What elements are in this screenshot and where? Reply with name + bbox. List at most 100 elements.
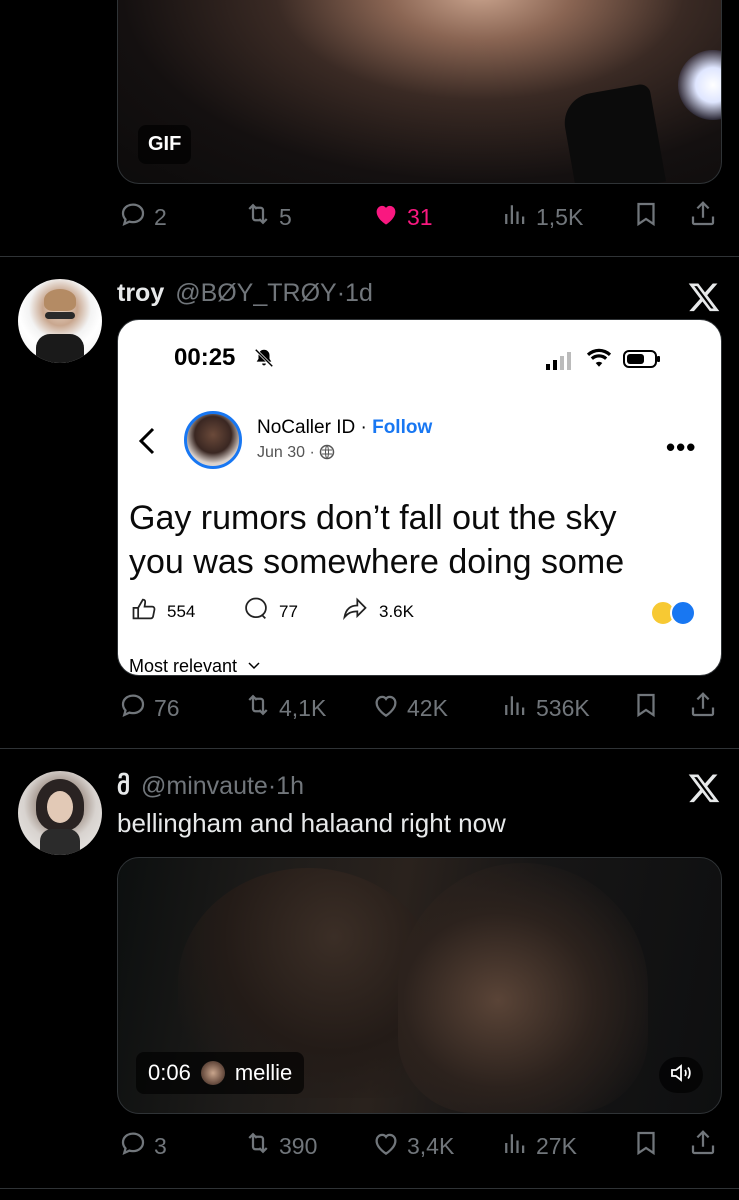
views-button[interactable]: 27K — [500, 1128, 577, 1164]
avatar-face — [47, 791, 73, 823]
thumbs-up-icon — [129, 595, 159, 628]
bookmark-button[interactable] — [631, 690, 661, 726]
gif-light-glow — [678, 50, 721, 120]
retweet-count: 4,1K — [279, 694, 327, 721]
bookmark-icon — [631, 690, 661, 726]
tweet-header: troy @BØY_TRØY·1d — [117, 279, 373, 308]
follow-link[interactable]: Follow — [372, 417, 432, 438]
gif-badge: GIF — [138, 125, 192, 164]
share-icon — [688, 690, 718, 726]
video-user-avatar — [200, 1061, 225, 1085]
timestamp[interactable]: 1h — [276, 772, 304, 800]
fb-like-stat[interactable]: 554 — [129, 595, 195, 628]
globe-icon — [319, 444, 335, 465]
like-button[interactable]: 3,4K — [371, 1128, 454, 1164]
video-media[interactable]: 0:06 mellie — [117, 857, 722, 1114]
retweet-count: 5 — [279, 203, 292, 230]
battery-icon — [623, 349, 661, 374]
share-button[interactable] — [688, 690, 718, 726]
video-user-name: mellie — [234, 1060, 293, 1085]
back-chevron-icon[interactable] — [136, 426, 158, 461]
tweet-text: bellingham and halaand right now — [117, 808, 506, 838]
like-count: 42K — [407, 694, 448, 721]
more-options-icon[interactable]: ••• — [666, 432, 696, 463]
user-handle[interactable]: @BØY_TRØY — [175, 279, 337, 307]
avatar-body — [40, 829, 80, 855]
reply-icon — [118, 199, 148, 235]
signal-icon — [546, 350, 574, 375]
views-button[interactable]: 536K — [500, 690, 590, 726]
share-button[interactable] — [688, 199, 718, 235]
phone-status-time: 00:25 — [174, 344, 236, 371]
display-name[interactable]: მ — [117, 772, 130, 800]
x-logo-icon[interactable] — [687, 771, 721, 805]
user-handle[interactable]: @minvaute — [141, 772, 268, 800]
bell-slash-icon — [253, 347, 275, 374]
tweet3-actions: 3 390 3,4K 27K — [118, 1124, 723, 1164]
chevron-down-icon — [248, 654, 260, 675]
avatar[interactable] — [18, 279, 102, 363]
volume-button[interactable] — [659, 1057, 703, 1093]
video-time: 0:06 — [148, 1060, 191, 1085]
video-figure-right — [398, 863, 648, 1113]
bookmark-button[interactable] — [631, 1128, 661, 1164]
reply-button[interactable]: 3 — [118, 1128, 167, 1164]
fb-comment-count: 77 — [279, 601, 298, 621]
comment-bubble-icon — [241, 595, 271, 628]
gif-dress-strap — [560, 82, 666, 183]
timestamp[interactable]: 1d — [345, 279, 373, 307]
poster-avatar[interactable] — [184, 411, 242, 469]
share-button[interactable] — [688, 1128, 718, 1164]
divider — [0, 748, 739, 749]
views-icon — [500, 199, 530, 235]
retweet-button[interactable]: 5 — [243, 199, 292, 235]
bookmark-button[interactable] — [631, 199, 661, 235]
fb-like-count: 554 — [167, 601, 196, 621]
reply-count: 2 — [154, 203, 167, 230]
reply-button[interactable]: 2 — [118, 199, 167, 235]
reply-count: 76 — [154, 694, 180, 721]
heart-icon — [371, 690, 401, 726]
dot: · — [360, 417, 373, 438]
gif-media[interactable]: GIF — [117, 0, 722, 184]
sort-dropdown[interactable]: Most relevant — [129, 654, 260, 676]
share-icon — [688, 199, 718, 235]
divider — [0, 256, 739, 257]
like-button[interactable]: 31 — [371, 199, 433, 235]
video-timestamp-badge: 0:06 mellie — [136, 1052, 305, 1094]
post-text-line-2: you was somewhere doing some — [129, 543, 625, 581]
post-text: Gay rumors don’t fall out the sky you wa… — [129, 496, 624, 584]
embedded-screenshot[interactable]: 00:25 NoCaller ID · Follow Jun 30 · ••• … — [117, 319, 722, 676]
speaker-icon — [669, 1062, 693, 1089]
views-button[interactable]: 1,5K — [500, 199, 583, 235]
retweet-button[interactable]: 4,1K — [243, 690, 326, 726]
separator-dot: · — [267, 772, 277, 800]
divider — [0, 1188, 739, 1189]
fb-comment-stat[interactable]: 77 — [241, 595, 298, 628]
like-count: 3,4K — [407, 1132, 455, 1159]
reply-button[interactable]: 76 — [118, 690, 180, 726]
views-icon — [500, 1128, 530, 1164]
fb-share-stat[interactable]: 3.6K — [339, 595, 414, 628]
retweet-count: 390 — [279, 1132, 318, 1159]
like-button[interactable]: 42K — [371, 690, 448, 726]
wifi-icon — [585, 347, 613, 374]
views-count: 1,5K — [536, 203, 584, 230]
retweet-button[interactable]: 390 — [243, 1128, 317, 1164]
x-logo-icon[interactable] — [687, 280, 721, 314]
tweet1-actions: 2 5 31 1,5K — [118, 195, 723, 235]
display-name[interactable]: troy — [117, 279, 164, 307]
fb-share-count: 3.6K — [379, 601, 414, 621]
poster-name[interactable]: NoCaller ID — [257, 417, 355, 438]
tweet2-actions: 76 4,1K 42K 536K — [118, 686, 723, 726]
avatar[interactable] — [18, 771, 102, 855]
retweet-icon — [243, 690, 273, 726]
tweet-header: მ @minvaute·1h — [117, 771, 304, 801]
retweet-icon — [243, 1128, 273, 1164]
bookmark-icon — [631, 199, 661, 235]
poster-line: NoCaller ID · Follow — [257, 417, 432, 439]
avatar-sunglasses — [45, 312, 75, 319]
share-arrow-icon — [339, 595, 371, 628]
separator-dot: · — [336, 279, 346, 307]
sort-label: Most relevant — [129, 656, 238, 676]
